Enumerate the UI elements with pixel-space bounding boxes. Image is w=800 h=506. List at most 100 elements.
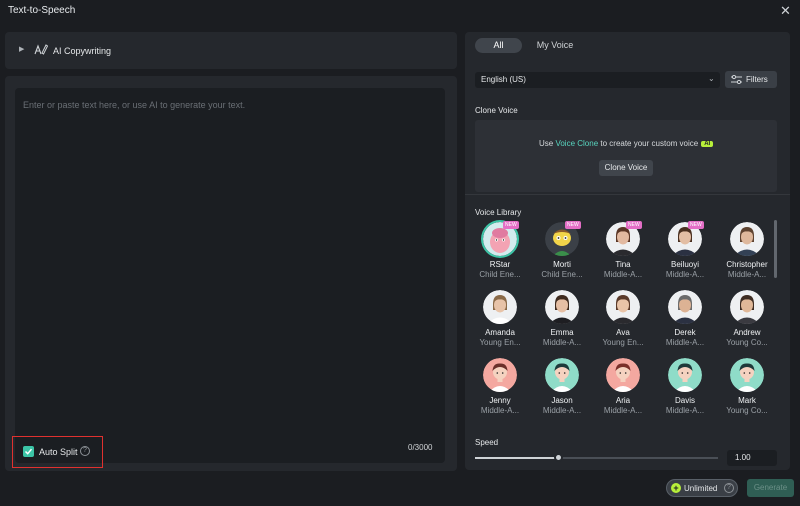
voice-card[interactable]: NEW Tina Middle-A... xyxy=(593,221,653,288)
voice-clone-link[interactable]: Voice Clone xyxy=(555,139,598,148)
voice-card[interactable]: Jason Middle-A... xyxy=(532,358,592,424)
divider xyxy=(465,194,790,195)
clone-text-before: Use xyxy=(539,139,556,148)
filter-icon xyxy=(731,75,742,84)
clone-voice-heading: Clone Voice xyxy=(475,106,518,115)
clone-voice-box: Use Voice Clone to create your custom vo… xyxy=(475,120,777,192)
ai-badge: AI xyxy=(701,141,714,147)
voice-card[interactable]: Aria Middle-A... xyxy=(593,358,653,424)
voice-library-heading: Voice Library xyxy=(475,208,522,217)
tab-my-voice[interactable]: My Voice xyxy=(531,38,579,53)
voice-card[interactable]: Christopher Middle-A... xyxy=(717,222,777,288)
avatar xyxy=(606,290,640,324)
speed-value-input[interactable]: 1.00 xyxy=(727,450,777,466)
voice-name: Jason xyxy=(551,396,573,405)
avatar xyxy=(730,358,764,392)
ai-copywriting-label: AI Copywriting xyxy=(53,46,112,56)
voice-name: Mark xyxy=(738,396,756,405)
voice-panel: All My Voice English (US) ⌄ Filters Clon… xyxy=(465,32,790,470)
generate-button[interactable]: Generate xyxy=(747,479,794,497)
voice-name: Emma xyxy=(550,328,574,337)
voice-description: Middle-A... xyxy=(603,406,643,415)
avatar-image xyxy=(730,358,764,392)
avatar-image xyxy=(483,358,517,392)
voice-name: Jenny xyxy=(489,396,511,405)
voice-card[interactable]: Davis Middle-A... xyxy=(655,358,715,424)
unlimited-label: Unlimited xyxy=(684,484,718,493)
text-editor[interactable]: Enter or paste text here, or use AI to g… xyxy=(15,88,445,463)
avatar-image xyxy=(545,290,579,324)
expand-arrow-icon[interactable]: ▶ xyxy=(19,45,24,53)
auto-split-label: Auto Split xyxy=(39,447,78,457)
avatar xyxy=(606,358,640,392)
check-icon xyxy=(24,448,33,455)
voice-description: Middle-A... xyxy=(665,338,705,347)
voice-description: Middle-A... xyxy=(603,270,643,279)
ai-pen-icon xyxy=(34,44,48,55)
new-badge: NEW xyxy=(626,221,642,229)
speed-slider[interactable] xyxy=(475,453,718,462)
voice-description: Young En... xyxy=(602,338,644,347)
speed-slider-fill xyxy=(475,457,558,459)
voice-name: Davis xyxy=(674,396,695,405)
voice-card[interactable]: Mark Young Co... xyxy=(717,358,777,424)
auto-split-checkbox[interactable] xyxy=(23,446,34,457)
scrollbar[interactable] xyxy=(774,220,777,278)
voice-card[interactable]: NEW RStar Child Ene... xyxy=(470,221,530,288)
tab-all[interactable]: All xyxy=(475,38,522,53)
voice-name: Beiluoyi xyxy=(670,260,699,269)
avatar-image xyxy=(483,290,517,324)
title-bar: Text-to-Speech ✕ xyxy=(0,0,800,22)
voice-description: Middle-A... xyxy=(542,406,582,415)
avatar-image xyxy=(730,290,764,324)
avatar xyxy=(668,358,702,392)
voice-card[interactable]: Derek Middle-A... xyxy=(655,290,715,356)
voice-name: Tina xyxy=(615,260,631,269)
voice-description: Middle-A... xyxy=(480,406,520,415)
voice-card[interactable]: Emma Middle-A... xyxy=(532,290,592,356)
avatar xyxy=(545,290,579,324)
voice-name: Aria xyxy=(615,396,631,405)
filters-button[interactable]: Filters xyxy=(725,71,777,88)
avatar xyxy=(483,290,517,324)
filters-label: Filters xyxy=(746,75,768,84)
voice-description: Middle-A... xyxy=(665,270,705,279)
voice-description: Child Ene... xyxy=(479,270,521,279)
voice-card[interactable]: Ava Young En... xyxy=(593,290,653,356)
language-select[interactable]: English (US) ⌄ xyxy=(475,72,720,88)
editor-placeholder: Enter or paste text here, or use AI to g… xyxy=(23,100,246,110)
unlimited-button[interactable]: + Unlimited ? xyxy=(666,479,738,497)
voice-description: Middle-A... xyxy=(727,270,767,279)
close-icon[interactable]: ✕ xyxy=(780,3,791,19)
help-icon[interactable]: ? xyxy=(724,483,734,493)
speed-slider-thumb[interactable] xyxy=(553,453,563,462)
voice-card[interactable]: NEW Morti Child Ene... xyxy=(532,221,592,288)
voice-card[interactable]: Andrew Young Co... xyxy=(717,290,777,356)
voice-card[interactable]: NEW Beiluoyi Middle-A... xyxy=(655,221,715,288)
new-badge: NEW xyxy=(688,221,704,229)
auto-split-toggle[interactable]: Auto Split ? xyxy=(12,436,103,468)
voice-name: Christopher xyxy=(726,260,768,269)
voice-name: Andrew xyxy=(733,328,761,337)
clone-voice-text: Use Voice Clone to create your custom vo… xyxy=(539,139,714,148)
new-badge: NEW xyxy=(503,221,519,229)
chevron-down-icon: ⌄ xyxy=(708,74,715,83)
voice-card[interactable]: Jenny Middle-A... xyxy=(470,358,530,424)
voice-description: Middle-A... xyxy=(665,406,705,415)
voice-name: RStar xyxy=(489,260,511,269)
voice-description: Young Co... xyxy=(726,338,768,347)
voice-card[interactable]: Amanda Young En... xyxy=(470,290,530,356)
clone-voice-button[interactable]: Clone Voice xyxy=(599,160,653,176)
voice-description: Young Co... xyxy=(726,406,768,415)
help-icon[interactable]: ? xyxy=(80,446,90,456)
voice-description: Young En... xyxy=(479,338,521,347)
voice-name: Morti xyxy=(553,260,571,269)
language-selected: English (US) xyxy=(481,75,526,84)
avatar-image xyxy=(668,290,702,324)
ai-copywriting-panel[interactable]: ▶ AI Copywriting xyxy=(5,32,457,69)
voice-description: Child Ene... xyxy=(541,270,583,279)
avatar xyxy=(545,358,579,392)
voice-name: Amanda xyxy=(485,328,515,337)
avatar xyxy=(668,290,702,324)
avatar xyxy=(730,290,764,324)
